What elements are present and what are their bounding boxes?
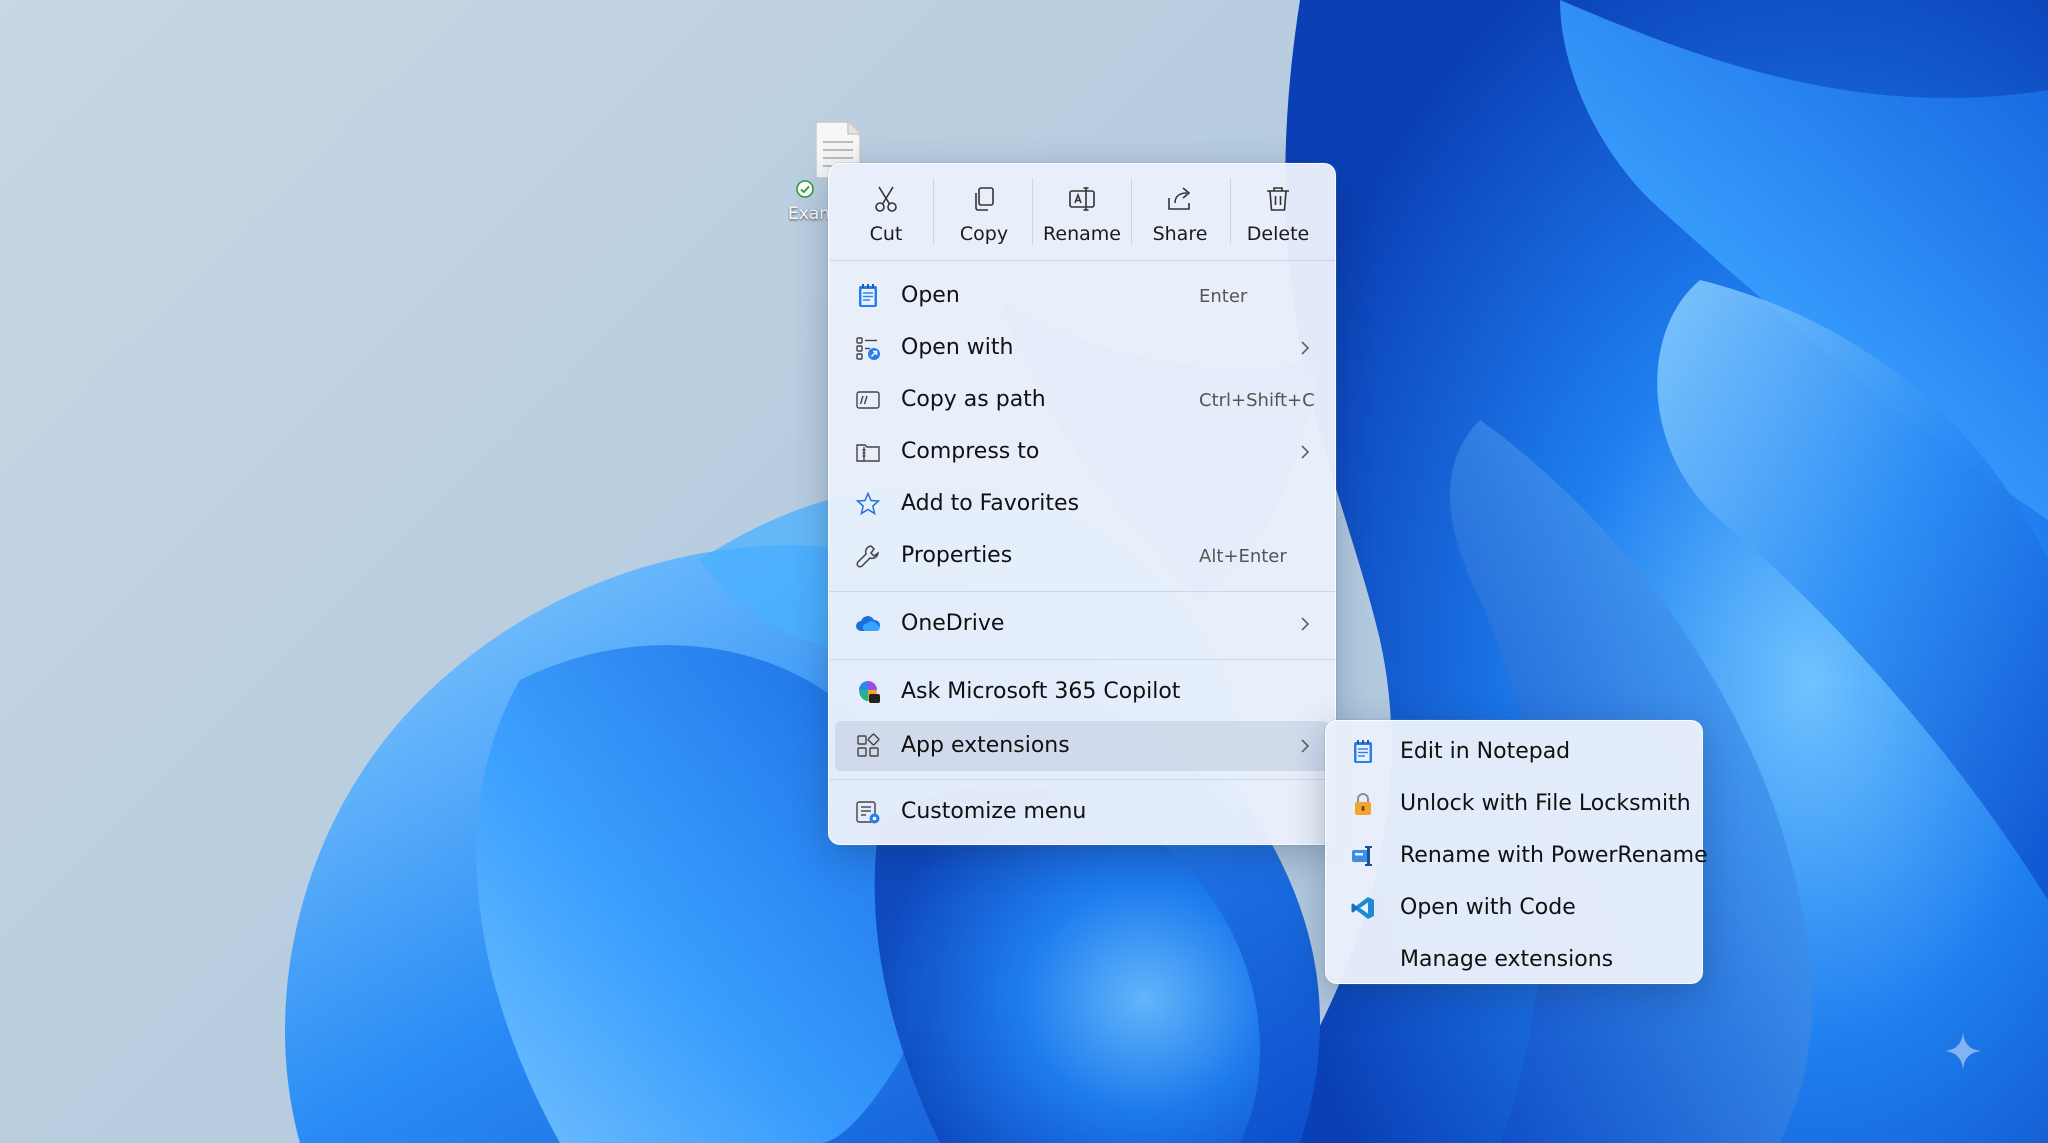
copy-button[interactable]: Copy [937,164,1031,258]
context-menu: Cut Copy Rename Share Delete Open Enter … [828,163,1336,845]
submenu-item-file-locksmith[interactable]: Unlock with File Locksmith [1332,779,1696,829]
menu-item-label: Copy as path [901,387,1046,412]
scissors-icon [875,186,897,212]
cut-button[interactable]: Cut [839,164,933,258]
rename-label: Rename [1043,223,1121,245]
submenu-item-label: Unlock with File Locksmith [1400,791,1691,816]
lock-icon [1350,791,1376,817]
menu-item-label: Ask Microsoft 365 Copilot [901,679,1181,704]
shortcut-text: Alt+Enter [1199,546,1287,567]
menu-item-app-extensions[interactable]: App extensions [835,721,1329,771]
menu-item-label: Open [901,283,960,308]
sparkle-icon [1944,1032,1982,1070]
menu-item-ask-copilot[interactable]: Ask Microsoft 365 Copilot [835,667,1329,717]
menu-item-label: OneDrive [901,611,1005,636]
shortcut-text: Enter [1199,286,1248,307]
menu-item-add-to-favorites[interactable]: Add to Favorites [835,479,1329,529]
share-icon [1168,187,1191,210]
app-extensions-submenu: Edit in Notepad Unlock with File Locksmi… [1325,720,1708,985]
toolbar-divider [1032,178,1033,244]
toolbar-divider [933,178,934,244]
chevron-right-icon [1301,445,1310,459]
copy-icon [975,187,994,211]
menu-item-label: Properties [901,543,1013,568]
chevron-right-icon [1301,739,1310,753]
menu-divider [829,659,1335,660]
rename-button[interactable]: Rename [1035,164,1129,258]
menu-item-customize-menu[interactable]: Customize menu [835,787,1329,837]
rename-icon [1069,187,1095,211]
notepad-icon [855,283,881,309]
trash-icon [1267,187,1289,211]
submenu-item-label: Manage extensions [1400,947,1614,972]
submenu-item-label: Open with Code [1400,895,1576,920]
menu-divider [829,779,1335,780]
desktop: Example.txt Cut Copy [0,0,2048,1143]
cut-label: Cut [869,223,903,245]
submenu-item-label: Edit in Notepad [1400,739,1571,764]
chevron-right-icon [1301,617,1310,631]
menu-item-label: Customize menu [901,799,1087,824]
shortcut-text: Ctrl+Shift+C [1199,390,1315,411]
submenu-item-edit-in-notepad[interactable]: Edit in Notepad [1332,727,1696,777]
menu-item-onedrive[interactable]: OneDrive [835,599,1329,649]
menu-divider [829,591,1335,592]
menu-item-label: Open with [901,335,1014,360]
delete-label: Delete [1246,223,1310,245]
context-toolbar: Cut Copy Rename Share Delete [829,164,1335,258]
app-extensions-icon [855,733,881,759]
submenu-item-label: Rename with PowerRename [1400,843,1708,868]
menu-item-open-with[interactable]: Open with [835,323,1329,373]
wrench-icon [855,543,881,569]
menu-item-label: App extensions [901,733,1070,758]
customize-icon [855,799,881,825]
archive-icon [855,439,881,465]
copilot-icon [855,679,881,705]
menu-item-copy-as-path[interactable]: Copy as path Ctrl+Shift+C [835,375,1329,425]
toolbar-divider [1230,178,1231,244]
notepad-icon [1350,739,1376,765]
vscode-icon [1350,895,1376,921]
path-icon [855,387,881,413]
menu-item-label: Compress to [901,439,1040,464]
powerrename-icon [1350,843,1376,869]
delete-button[interactable]: Delete [1231,164,1325,258]
menu-item-compress-to[interactable]: Compress to [835,427,1329,477]
menu-divider [829,260,1335,261]
chevron-right-icon [1301,341,1310,355]
onedrive-cloud-icon [855,611,881,637]
copy-label: Copy [959,223,1009,245]
menu-item-open[interactable]: Open Enter [835,271,1329,321]
sync-ok-icon [796,180,814,198]
menu-item-properties[interactable]: Properties Alt+Enter [835,531,1329,581]
star-icon [855,491,881,517]
submenu-item-powerrename[interactable]: Rename with PowerRename [1332,831,1708,881]
submenu-item-open-with-code[interactable]: Open with Code [1332,883,1696,933]
toolbar-divider [1131,178,1132,244]
share-label: Share [1152,223,1208,245]
share-button[interactable]: Share [1133,164,1227,258]
open-with-icon [855,335,881,361]
submenu-item-manage-extensions[interactable]: Manage extensions [1332,935,1696,985]
menu-item-label: Add to Favorites [901,491,1080,516]
